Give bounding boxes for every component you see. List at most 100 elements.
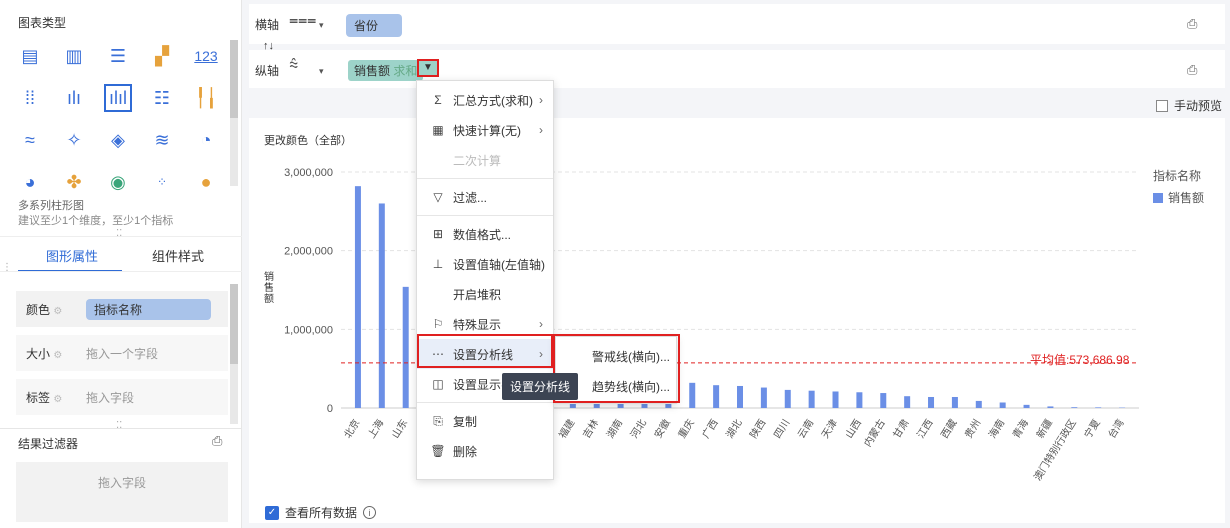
bar[interactable] — [689, 382, 696, 408]
donut-icon[interactable]: ◉ — [104, 168, 132, 196]
cross-table-icon[interactable]: ▥ — [60, 42, 88, 70]
collapse-handle[interactable]: ⋮ — [2, 262, 12, 273]
manual-preview-toggle[interactable]: 手动预览 — [1156, 97, 1222, 114]
bar[interactable] — [832, 391, 839, 408]
bar[interactable] — [713, 385, 720, 408]
resize-handle[interactable]: ⁚⁚ — [116, 228, 122, 239]
bubble-icon[interactable]: ● — [192, 168, 220, 196]
bar[interactable] — [1071, 407, 1078, 408]
menu-item-0[interactable]: Σ 汇总方式(求和) › — [417, 85, 553, 115]
info-icon[interactable]: i — [363, 506, 377, 519]
gauge-icon[interactable]: ◔ — [192, 126, 220, 154]
y-shelf-settings-icon[interactable]: ⎙ — [1187, 62, 1197, 78]
x-tick-label: 西藏 — [939, 417, 960, 440]
bar[interactable] — [856, 392, 863, 408]
bar-chart-icon[interactable]: ☷ — [148, 84, 176, 112]
table-chart-icon[interactable]: ▤ — [16, 42, 44, 70]
menu-separator — [417, 402, 553, 403]
x-tick-label: 河北 — [628, 417, 649, 440]
rose-pie-icon[interactable]: ✤ — [60, 168, 88, 196]
filter-settings-icon[interactable]: ⎙ — [212, 433, 222, 449]
x-tick-label: 山东 — [389, 417, 411, 441]
bar[interactable] — [951, 396, 958, 408]
menu-item-13[interactable]: ⎘ 复制 — [417, 406, 553, 436]
bar[interactable] — [928, 396, 935, 408]
settings-icon[interactable]: ⚙ — [53, 306, 62, 317]
x-field-pill[interactable]: 省份 — [346, 14, 402, 37]
bar[interactable] — [975, 400, 982, 408]
resize-handle[interactable]: ⁚⁚ — [116, 420, 122, 431]
bar[interactable] — [808, 390, 815, 408]
detail-table-icon[interactable]: ☰ — [104, 42, 132, 70]
scatter-icon[interactable]: ⁘ — [148, 168, 176, 196]
view-all-data-toggle[interactable]: ✓ 查看所有数据 i — [265, 504, 377, 521]
x-shelf-settings-icon[interactable]: ⎙ — [1187, 16, 1197, 32]
settings-icon[interactable]: ⚙ — [53, 350, 62, 361]
y-axis-type-icon[interactable]: ⩯ — [289, 57, 298, 75]
bar-chart: 3,000,0002,000,0001,000,0000北京上海山东广东福建吉林… — [284, 167, 1139, 483]
y-field-pill[interactable]: 销售额 求和 — [348, 60, 424, 81]
prop-label-row[interactable]: 标签 ⚙ 拖入字段 — [16, 379, 228, 415]
radar-icon[interactable]: ✧ — [60, 126, 88, 154]
x-tick-label: 贵州 — [962, 417, 984, 441]
tab-component-style[interactable]: 组件样式 — [152, 246, 204, 265]
field-dropdown-button[interactable]: ▼ — [417, 59, 439, 77]
settings-icon[interactable]: ⚙ — [53, 394, 62, 405]
x-tick-label: 江西 — [915, 417, 936, 440]
props-scrollbar[interactable] — [230, 284, 238, 424]
manual-preview-label: 手动预览 — [1174, 99, 1223, 113]
x-tick-label: 四川 — [772, 418, 792, 441]
bar[interactable] — [737, 385, 743, 408]
polar-icon[interactable]: ◈ — [104, 126, 132, 154]
size-drop-zone[interactable]: 拖入一个字段 — [86, 345, 158, 362]
menu-item-4[interactable]: ▽ 过滤... — [417, 182, 553, 212]
x-tick-label: 天津 — [819, 417, 840, 440]
menu-item-8[interactable]: 开启堆积 — [417, 279, 553, 309]
dropdown-arrow-icon[interactable]: ▾ — [319, 20, 324, 31]
bar[interactable] — [904, 396, 911, 408]
bar[interactable] — [880, 393, 887, 408]
field-context-menu: Σ 汇总方式(求和) › ▦ 快速计算(无) › 二次计算 ▽ 过滤... ⊞ 数值格式... ⊥ 设置… — [416, 80, 554, 480]
line-chart-icon[interactable]: ≈ — [16, 126, 44, 154]
menu-item-icon: ⊥ — [432, 257, 444, 271]
stacked-column-icon[interactable]: ╿╽ — [192, 84, 220, 112]
tab-graphic-properties[interactable]: 图形属性 — [46, 246, 98, 265]
pie-chart-icon[interactable]: ◕ — [16, 168, 44, 196]
bar[interactable] — [784, 389, 791, 408]
x-tick-label: 吉林 — [580, 417, 602, 441]
bar[interactable] — [1023, 404, 1030, 408]
x-axis-type-icon[interactable]: ⩶ — [289, 12, 316, 30]
label-drop-zone[interactable]: 拖入字段 — [86, 389, 134, 406]
prop-size-row[interactable]: 大小 ⚙ 拖入一个字段 — [16, 335, 228, 371]
menu-item-label: 快速计算(无) — [453, 123, 521, 138]
kpi-number-icon[interactable]: 123 — [192, 42, 220, 70]
view-all-checkbox[interactable]: ✓ — [265, 505, 279, 520]
dropdown-arrow-icon[interactable]: ▾ — [319, 66, 324, 77]
bar[interactable] — [760, 387, 767, 408]
bar[interactable] — [378, 203, 385, 408]
grouped-table-icon[interactable]: ⁞⁞ — [16, 84, 44, 112]
prop-size-label: 大小 — [26, 346, 51, 361]
menu-item-14[interactable]: 🗑 删除 — [417, 436, 553, 466]
y-axis-title: 销售额 — [264, 272, 274, 305]
y-axis-label: 纵轴 — [255, 64, 280, 78]
area-chart-icon[interactable]: ≋ — [148, 126, 176, 154]
bar[interactable] — [999, 402, 1006, 408]
column-chart-icon[interactable]: ılı — [60, 84, 88, 112]
menu-item-7[interactable]: ⊥ 设置值轴(左值轴) — [417, 249, 553, 279]
bar[interactable] — [1047, 406, 1054, 408]
bar[interactable] — [1095, 407, 1102, 408]
multi-series-column-icon[interactable]: ılıl — [104, 84, 132, 112]
prop-color-row[interactable]: 颜色 ⚙ 指标名称 — [16, 291, 228, 327]
pivot-table-icon[interactable]: ▞ — [148, 42, 176, 70]
menu-item-label: 设置值轴(左值轴) — [453, 257, 545, 272]
manual-preview-checkbox[interactable] — [1156, 99, 1168, 112]
chart-type-scrollbar[interactable] — [230, 40, 238, 186]
color-field-pill[interactable]: 指标名称 — [86, 298, 211, 320]
filter-drop-zone[interactable]: 拖入字段 — [16, 462, 228, 522]
y-tick-label: 3,000,000 — [284, 167, 333, 179]
menu-item-6[interactable]: ⊞ 数值格式... — [417, 219, 553, 249]
menu-item-1[interactable]: ▦ 快速计算(无) › — [417, 115, 553, 145]
bar[interactable] — [402, 286, 409, 408]
bar[interactable] — [354, 186, 361, 408]
